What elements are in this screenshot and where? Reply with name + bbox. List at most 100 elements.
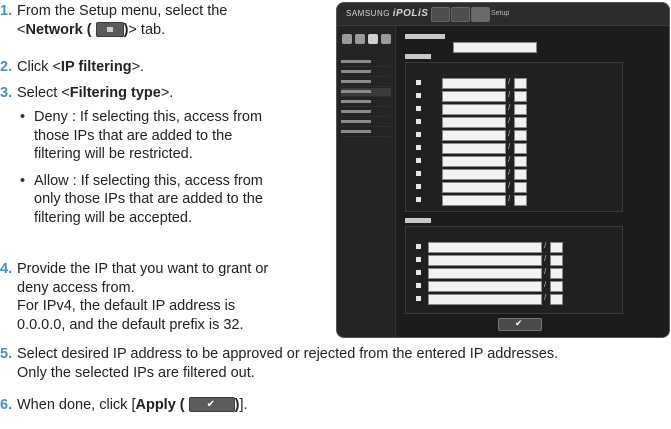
sidebar-item[interactable]	[341, 118, 391, 127]
prefix-field[interactable]	[514, 182, 527, 193]
row-checkbox[interactable]	[416, 119, 421, 124]
prefix-field[interactable]	[514, 104, 527, 115]
ip-address-field[interactable]	[442, 104, 506, 115]
prefix-field[interactable]	[550, 268, 563, 279]
row-checkbox[interactable]	[416, 283, 421, 288]
row-checkbox[interactable]	[416, 244, 421, 249]
row-checkbox[interactable]	[416, 257, 421, 262]
bullet-text: those IPs that are added to the	[34, 127, 233, 144]
setup-sidebar	[337, 26, 396, 337]
prefix-field[interactable]	[514, 130, 527, 141]
monitor-tab-icon[interactable]	[431, 7, 450, 22]
prefix-field[interactable]	[550, 242, 563, 253]
ipv6-heading	[405, 218, 431, 223]
ipv6-filter-table: / / / / /	[405, 226, 623, 314]
table-row: /	[406, 154, 622, 167]
table-row: /	[406, 266, 622, 279]
ip-address-field[interactable]	[442, 78, 506, 89]
row-checkbox[interactable]	[416, 296, 421, 301]
table-row: /	[406, 180, 622, 193]
step-text: From the Setup menu, select the	[17, 3, 228, 19]
ip-address-field[interactable]	[442, 195, 506, 206]
sidebar-item[interactable]	[341, 128, 391, 137]
sidebar-item[interactable]	[341, 58, 391, 67]
step-text: > tab.	[128, 21, 166, 38]
prefix-field[interactable]	[514, 117, 527, 128]
ipv4-heading	[405, 54, 431, 59]
prefix-field[interactable]	[550, 294, 563, 305]
step-text: >.	[131, 59, 145, 75]
step-text: 0.0.0.0, and the default prefix is 32.	[17, 316, 244, 333]
table-row: /	[406, 167, 622, 180]
ip-address-field[interactable]	[428, 242, 542, 253]
row-checkbox[interactable]	[416, 270, 421, 275]
step-text-bold: Network (	[25, 21, 92, 38]
step-text: Only the selected IPs are filtered out.	[17, 364, 255, 381]
row-checkbox[interactable]	[416, 132, 421, 137]
event-icon[interactable]	[381, 34, 391, 44]
ip-address-field[interactable]	[428, 294, 542, 305]
prefix-field[interactable]	[514, 169, 527, 180]
prefix-field[interactable]	[514, 156, 527, 167]
list-item-allow: Allow : If selecting this, access from o…	[16, 172, 263, 228]
video-icon[interactable]	[355, 34, 365, 44]
step-text: When done, click [	[17, 397, 136, 413]
network-icon[interactable]	[368, 34, 378, 44]
ip-address-field[interactable]	[442, 143, 506, 154]
sidebar-item-ip-filtering[interactable]	[341, 88, 391, 97]
apply-button[interactable]	[498, 318, 542, 331]
prefix-field[interactable]	[514, 78, 527, 89]
step-3: 3. Select <Filtering type>.	[0, 84, 173, 103]
basic-icon[interactable]	[342, 34, 352, 44]
row-checkbox[interactable]	[416, 145, 421, 150]
step-5: 5. Select desired IP address to be appro…	[0, 345, 558, 382]
step-number: 2.	[0, 59, 13, 75]
sidebar-item[interactable]	[341, 68, 391, 77]
step-text: Provide the IP that you want to grant or	[17, 261, 269, 277]
step-number: 3.	[0, 85, 13, 101]
row-checkbox[interactable]	[416, 197, 421, 202]
prefix-field[interactable]	[550, 281, 563, 292]
table-row: /	[406, 193, 622, 206]
filtering-type-select[interactable]	[453, 42, 537, 53]
ip-address-field[interactable]	[442, 91, 506, 102]
setup-tab-icon[interactable]	[471, 7, 490, 22]
row-checkbox[interactable]	[416, 106, 421, 111]
sidebar-item[interactable]	[341, 98, 391, 107]
ip-address-field[interactable]	[442, 117, 506, 128]
prefix-field[interactable]	[514, 91, 527, 102]
sidebar-item[interactable]	[341, 108, 391, 117]
table-row: /	[406, 279, 622, 292]
bullet-text: filtering will be restricted.	[34, 146, 193, 162]
sidebar-item[interactable]	[341, 78, 391, 87]
step-text-bold: IP filtering	[60, 59, 132, 75]
row-checkbox[interactable]	[416, 93, 421, 98]
step-number: 1.	[0, 3, 13, 19]
row-checkbox[interactable]	[416, 158, 421, 163]
table-row: /	[406, 292, 622, 305]
ip-address-field[interactable]	[442, 130, 506, 141]
top-bar: SAMSUNG iPOLiS Setup	[337, 3, 669, 26]
row-checkbox[interactable]	[416, 184, 421, 189]
bullet-text: filtering will be accepted.	[34, 209, 192, 226]
ip-address-field[interactable]	[442, 169, 506, 180]
manual-page: 1. From the Setup menu, select the <Netw…	[0, 0, 671, 429]
playback-tab-icon[interactable]	[451, 7, 470, 22]
step-text: Select <	[17, 85, 70, 101]
ip-address-field[interactable]	[428, 268, 542, 279]
ip-address-field[interactable]	[442, 182, 506, 193]
prefix-field[interactable]	[514, 143, 527, 154]
ip-address-field[interactable]	[428, 281, 542, 292]
prefix-field[interactable]	[514, 195, 527, 206]
row-checkbox[interactable]	[416, 171, 421, 176]
row-checkbox[interactable]	[416, 80, 421, 85]
step-text-bold: Filtering type	[69, 85, 161, 101]
section-heading	[405, 34, 445, 39]
prefix-field[interactable]	[550, 255, 563, 266]
step-text: >.	[160, 85, 174, 101]
filtering-type-list: Deny : If selecting this, access from th…	[16, 108, 263, 227]
ip-address-field[interactable]	[442, 156, 506, 167]
table-row: /	[406, 253, 622, 266]
ip-address-field[interactable]	[428, 255, 542, 266]
bullet-text: Deny : If selecting this, access from	[34, 109, 263, 125]
